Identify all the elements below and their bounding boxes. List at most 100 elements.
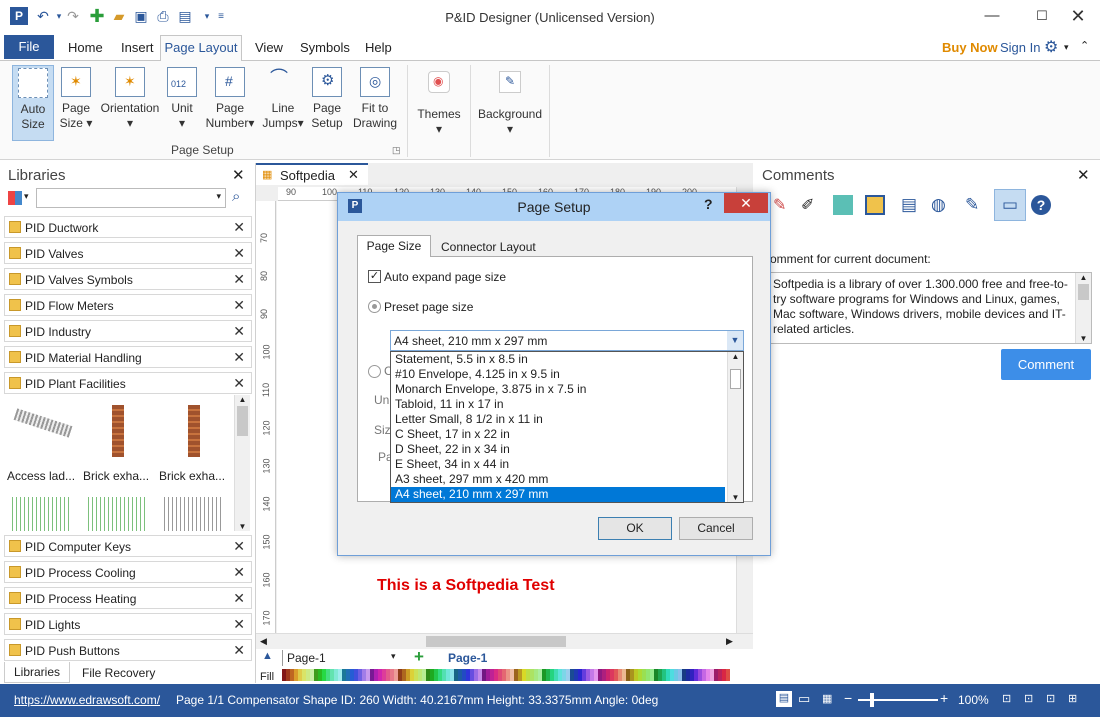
orientation-button[interactable]: ✶ Orientation ▾ bbox=[98, 65, 162, 141]
access-ladder-symbol[interactable] bbox=[13, 408, 73, 438]
symbol-scrollbar[interactable]: ▲ ▼ bbox=[234, 395, 250, 531]
globe-icon[interactable]: ◍ bbox=[931, 195, 946, 215]
library-item-lights[interactable]: PID Lights ✕ bbox=[4, 613, 252, 635]
close-button[interactable]: ✕ bbox=[1058, 4, 1098, 28]
edit-icon[interactable]: ✐ bbox=[801, 195, 814, 215]
tab-libraries[interactable]: Libraries bbox=[4, 662, 70, 683]
close-document-icon[interactable]: ✕ bbox=[348, 167, 359, 183]
comment-scrollbar[interactable]: ▲ ▼ bbox=[1075, 273, 1091, 343]
page-size-option[interactable]: Letter Small, 8 1/2 in x 11 in bbox=[391, 412, 725, 427]
help-icon[interactable]: ? bbox=[1031, 195, 1051, 215]
fit-width-icon[interactable]: ⊡ bbox=[1024, 692, 1033, 705]
themes-button[interactable]: ◉ Themes ▾ bbox=[414, 65, 464, 141]
close-comments-icon[interactable]: ✕ bbox=[1077, 166, 1090, 184]
collapse-ribbon-icon[interactable]: ⌃ bbox=[1080, 39, 1089, 52]
tab-symbols[interactable]: Symbols bbox=[300, 40, 350, 55]
library-item-plant-facilities[interactable]: PID Plant Facilities ✕ bbox=[4, 372, 252, 394]
dropdown-scrollbar[interactable]: ▲ ▼ bbox=[727, 352, 743, 502]
fit-icon[interactable]: ⊡ bbox=[1046, 692, 1055, 705]
fullscreen-icon[interactable]: ⊞ bbox=[1068, 692, 1077, 705]
close-icon[interactable]: ✕ bbox=[233, 245, 245, 262]
page-size-option[interactable]: A3 sheet, 297 mm x 420 mm bbox=[391, 472, 725, 487]
library-item-ductwork[interactable]: PID Ductwork ✕ bbox=[4, 216, 252, 238]
color-palette[interactable] bbox=[282, 669, 752, 681]
page-view-icon[interactable]: ▤ bbox=[776, 691, 792, 707]
fit-page-icon[interactable]: ⊡ bbox=[1002, 692, 1011, 705]
color-swatch[interactable] bbox=[726, 669, 730, 681]
buy-now-link[interactable]: Buy Now bbox=[942, 40, 998, 55]
page-size-option[interactable]: Tabloid, 11 in x 17 in bbox=[391, 397, 725, 412]
fence-symbol[interactable] bbox=[88, 497, 146, 531]
auto-size-button[interactable]: Auto Size bbox=[12, 65, 54, 141]
unit-button[interactable]: 012 Unit ▾ bbox=[166, 65, 198, 141]
close-icon[interactable]: ✕ bbox=[233, 349, 245, 366]
close-icon[interactable]: ✕ bbox=[233, 323, 245, 340]
fence-symbol[interactable] bbox=[164, 497, 222, 531]
close-icon[interactable]: ✕ bbox=[233, 297, 245, 314]
tab-view[interactable]: View bbox=[255, 40, 283, 55]
close-icon[interactable]: ✕ bbox=[233, 538, 245, 555]
document-tab[interactable]: ▦ Softpedia ✕ bbox=[256, 163, 368, 185]
auto-expand-checkbox[interactable]: ✓ bbox=[368, 270, 381, 283]
close-icon[interactable]: ✕ bbox=[233, 642, 245, 659]
zoom-out-icon[interactable]: − bbox=[844, 690, 852, 706]
collapse-icon[interactable]: ▲ bbox=[262, 650, 273, 662]
close-icon[interactable]: ✕ bbox=[233, 375, 245, 392]
tab-page-size[interactable]: Page Size bbox=[357, 235, 431, 257]
website-link[interactable]: https://www.edrawsoft.com/ bbox=[14, 693, 160, 707]
brick-exhaust-symbol[interactable] bbox=[188, 405, 200, 457]
page-tab[interactable]: Page-1 bbox=[448, 651, 487, 665]
comment-button[interactable]: Comment bbox=[1001, 349, 1091, 380]
library-item-process-cooling[interactable]: PID Process Cooling ✕ bbox=[4, 561, 252, 583]
close-icon[interactable]: ✕ bbox=[233, 590, 245, 607]
library-category-icon[interactable] bbox=[8, 191, 22, 205]
canvas-horizontal-scrollbar[interactable]: ◀ ▶ bbox=[256, 633, 753, 649]
pen-icon[interactable]: ✎ bbox=[773, 195, 786, 215]
page-size-option[interactable]: Monarch Envelope, 3.875 in x 7.5 in bbox=[391, 382, 725, 397]
comment-icon[interactable]: ▭ bbox=[994, 189, 1026, 221]
attachment-icon[interactable]: ✎ bbox=[965, 195, 979, 215]
brick-exhaust-symbol[interactable] bbox=[112, 405, 124, 457]
custom-size-radio[interactable] bbox=[368, 365, 381, 378]
page-size-option[interactable]: D Sheet, 22 in x 34 in bbox=[391, 442, 725, 457]
canvas-text[interactable]: This is a Softpedia Test bbox=[377, 577, 555, 595]
page-size-button[interactable]: ✶ Page Size ▾ bbox=[58, 65, 94, 141]
tab-insert[interactable]: Insert bbox=[121, 40, 154, 55]
close-icon[interactable]: ✕ bbox=[233, 616, 245, 633]
dialog-launcher-icon[interactable]: ◳ bbox=[392, 145, 401, 156]
tab-connector-layout[interactable]: Connector Layout bbox=[441, 239, 536, 255]
maximize-button[interactable]: ☐ bbox=[1022, 4, 1062, 28]
tab-help[interactable]: Help bbox=[365, 40, 392, 55]
tab-page-layout[interactable]: Page Layout bbox=[160, 35, 242, 61]
page-size-select[interactable]: A4 sheet, 210 mm x 297 mm ▼ bbox=[390, 330, 744, 351]
tab-file-recovery[interactable]: File Recovery bbox=[82, 663, 155, 683]
library-item-push-buttons[interactable]: PID Push Buttons ✕ bbox=[4, 639, 252, 661]
dropdown-icon[interactable]: ▼ bbox=[727, 331, 743, 350]
file-tab[interactable]: File bbox=[4, 35, 54, 59]
close-icon[interactable]: ✕ bbox=[233, 271, 245, 288]
settings-dropdown-icon[interactable]: ▾ bbox=[1064, 42, 1069, 53]
close-libraries-icon[interactable]: ✕ bbox=[232, 166, 245, 184]
library-item-valves[interactable]: PID Valves ✕ bbox=[4, 242, 252, 264]
library-item-flow-meters[interactable]: PID Flow Meters ✕ bbox=[4, 294, 252, 316]
fence-symbol[interactable] bbox=[12, 497, 70, 531]
page-setup-button[interactable]: ⚙ Page Setup bbox=[310, 65, 344, 141]
tab-home[interactable]: Home bbox=[68, 40, 103, 55]
category-dropdown-icon[interactable]: ▾ bbox=[24, 191, 29, 202]
line-jumps-button[interactable]: ⌒ Line Jumps▾ bbox=[261, 65, 305, 141]
fit-to-drawing-button[interactable]: ◎ Fit to Drawing bbox=[352, 65, 398, 141]
comment-textarea[interactable]: Softpedia is a library of over 1.300.000… bbox=[770, 272, 1092, 344]
page-size-option[interactable]: Statement, 5.5 in x 8.5 in bbox=[391, 352, 725, 367]
dialog-help-icon[interactable]: ? bbox=[704, 196, 713, 212]
library-item-computer-keys[interactable]: PID Computer Keys ✕ bbox=[4, 535, 252, 557]
page-size-option[interactable]: E Sheet, 34 in x 44 in bbox=[391, 457, 725, 472]
full-view-icon[interactable]: ▭ bbox=[798, 691, 810, 707]
add-page-icon[interactable]: + bbox=[414, 647, 424, 667]
page-size-option[interactable]: C Sheet, 17 in x 22 in bbox=[391, 427, 725, 442]
dialog-close-button[interactable]: ✕ bbox=[724, 193, 768, 213]
page-number-button[interactable]: # Page Number▾ bbox=[204, 65, 256, 141]
zoom-slider-thumb[interactable] bbox=[870, 693, 874, 707]
close-icon[interactable]: ✕ bbox=[233, 219, 245, 236]
grid-icon[interactable]: ▦ bbox=[822, 692, 832, 705]
fill-icon[interactable] bbox=[833, 195, 853, 215]
